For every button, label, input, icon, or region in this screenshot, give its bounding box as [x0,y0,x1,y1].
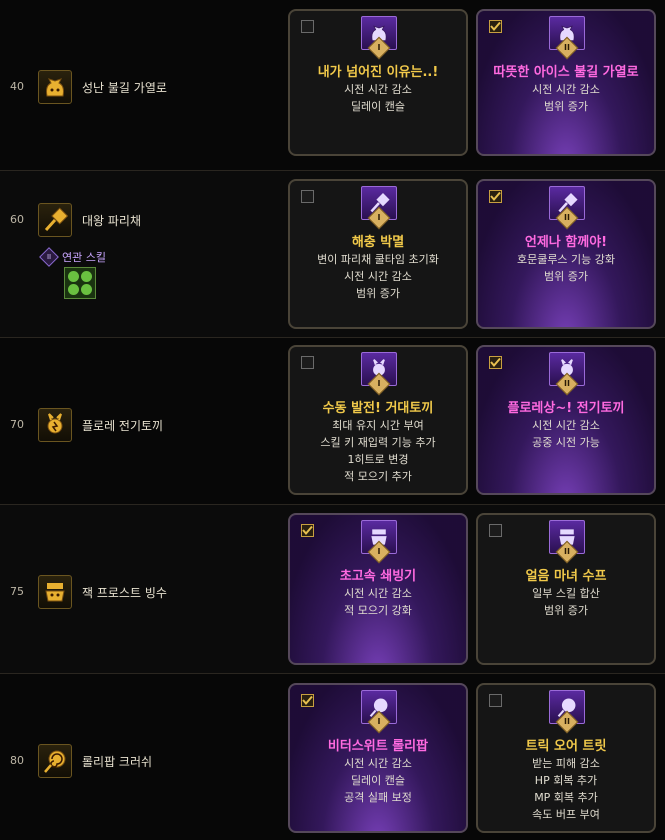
green-skulls-icon[interactable] [64,267,96,299]
option-title: 해충 박멸 [351,235,405,250]
option-title: 수동 발전! 거대토끼 [322,401,434,416]
option-checkbox-checked[interactable] [301,694,314,707]
option-title: 따뜻한 아이스 불길 가열로 [493,65,639,80]
skill-option-card[interactable]: I 내가 넘어진 이유는..! 시전 시간 감소 딜레이 캔슬 [288,9,468,156]
lollipop-icon [38,744,72,778]
checkmark-icon [490,21,501,32]
option-checkbox-checked[interactable] [489,356,502,369]
option-description: 최대 유지 시간 부여 스킬 키 재입력 기능 추가 1히트로 변경 적 모으기… [320,419,436,483]
skill-name: 플로레 전기토끼 [82,419,164,433]
skill-level: 60 [10,213,24,226]
grade-badge: II [39,247,59,267]
skill-option-card[interactable]: II 트릭 오어 트릿 받는 피해 감소 HP 회복 추가 MP 회복 추가 속… [476,683,656,833]
skill-row-80: 80 롤리팝 크러쉬 I 비터스위트 롤리팝 시전 시간 감소 딜레이 캔슬 공… [0,674,665,840]
option-checkbox[interactable] [489,694,502,707]
option-checkbox[interactable] [301,356,314,369]
electric-rabbit-icon [38,408,72,442]
option-title: 비터스위트 롤리팝 [327,739,429,754]
related-skill-label: 연관 스킬 [62,251,106,264]
option-description: 시전 시간 감소 범위 증가 [532,83,600,113]
checkmark-icon [490,357,501,368]
option-title: 얼음 마녀 수프 [525,569,607,584]
flyswatter-icon [38,203,72,237]
skill-name: 성난 불길 가열로 [82,81,167,95]
checkmark-icon [490,191,501,202]
option-description: 일부 스킬 합산 범위 증가 [532,587,600,617]
option-description: 시전 시간 감소 딜레이 캔슬 공격 실패 보정 [344,757,412,804]
option-description: 호문쿨루스 기능 강화 범위 증가 [516,253,616,283]
skill-option-card[interactable]: I 해충 박멸 변이 파리채 쿨타임 초기화 시전 시간 감소 범위 증가 [288,179,468,329]
option-description: 받는 피해 감소 HP 회복 추가 MP 회복 추가 속도 버프 부여 [532,757,600,821]
skill-option-card-selected[interactable]: II 플로레상~! 전기토끼 시전 시간 감소 공중 시전 가능 [476,345,656,495]
skill-option-card-selected[interactable]: II 따뜻한 아이스 불길 가열로 시전 시간 감소 범위 증가 [476,9,656,156]
option-checkbox[interactable] [301,20,314,33]
option-description: 시전 시간 감소 딜레이 캔슬 [344,83,412,113]
option-title: 플로레상~! 전기토끼 [507,401,625,416]
skill-option-card-selected[interactable]: I 비터스위트 롤리팝 시전 시간 감소 딜레이 캔슬 공격 실패 보정 [288,683,468,833]
option-title: 초고속 쇄빙기 [339,569,417,584]
skill-level: 40 [10,80,24,93]
skill-option-card-selected[interactable]: I 초고속 쇄빙기 시전 시간 감소 적 모으기 강화 [288,513,468,665]
option-title: 트릭 오어 트릿 [525,739,607,754]
related-skill: II 연관 스킬 [39,247,106,267]
skill-row-70: 70 플로레 전기토끼 I 수동 발전! 거대토끼 최대 유지 시간 부여 스킬… [0,338,665,505]
fire-sack-icon [38,70,72,104]
checkmark-icon [302,525,313,536]
option-title: 언제나 함께야! [524,235,608,250]
skill-name: 롤리팝 크러쉬 [82,755,153,769]
checkmark-icon [302,695,313,706]
skill-row-40: 40 성난 불길 가열로 I 내가 넘어진 이유는..! 시전 시간 감소 딜레… [0,0,665,171]
option-description: 시전 시간 감소 적 모으기 강화 [344,587,412,617]
option-title: 내가 넘어진 이유는..! [317,65,439,80]
option-checkbox-checked[interactable] [489,20,502,33]
skill-option-card[interactable]: II 얼음 마녀 수프 일부 스킬 합산 범위 증가 [476,513,656,665]
option-description: 시전 시간 감소 공중 시전 가능 [532,419,600,449]
skill-level: 75 [10,585,24,598]
skill-name: 잭 프로스트 빙수 [82,586,167,600]
skill-row-75: 75 잭 프로스트 빙수 I 초고속 쇄빙기 시전 시간 감소 적 모으기 강화… [0,505,665,674]
option-checkbox[interactable] [489,524,502,537]
skill-option-card-selected[interactable]: II 언제나 함께야! 호문쿨루스 기능 강화 범위 증가 [476,179,656,329]
skill-name: 대왕 파리채 [82,214,142,228]
option-checkbox[interactable] [301,190,314,203]
option-checkbox-checked[interactable] [489,190,502,203]
option-description: 변이 파리채 쿨타임 초기화 시전 시간 감소 범위 증가 [317,253,439,300]
frost-jack-icon [38,575,72,609]
option-checkbox-checked[interactable] [301,524,314,537]
skill-level: 70 [10,418,24,431]
skill-level: 80 [10,754,24,767]
skill-option-card[interactable]: I 수동 발전! 거대토끼 최대 유지 시간 부여 스킬 키 재입력 기능 추가… [288,345,468,495]
skill-row-60: 60 대왕 파리채 II 연관 스킬 I 해충 박멸 변이 파리채 쿨타임 초기… [0,171,665,338]
